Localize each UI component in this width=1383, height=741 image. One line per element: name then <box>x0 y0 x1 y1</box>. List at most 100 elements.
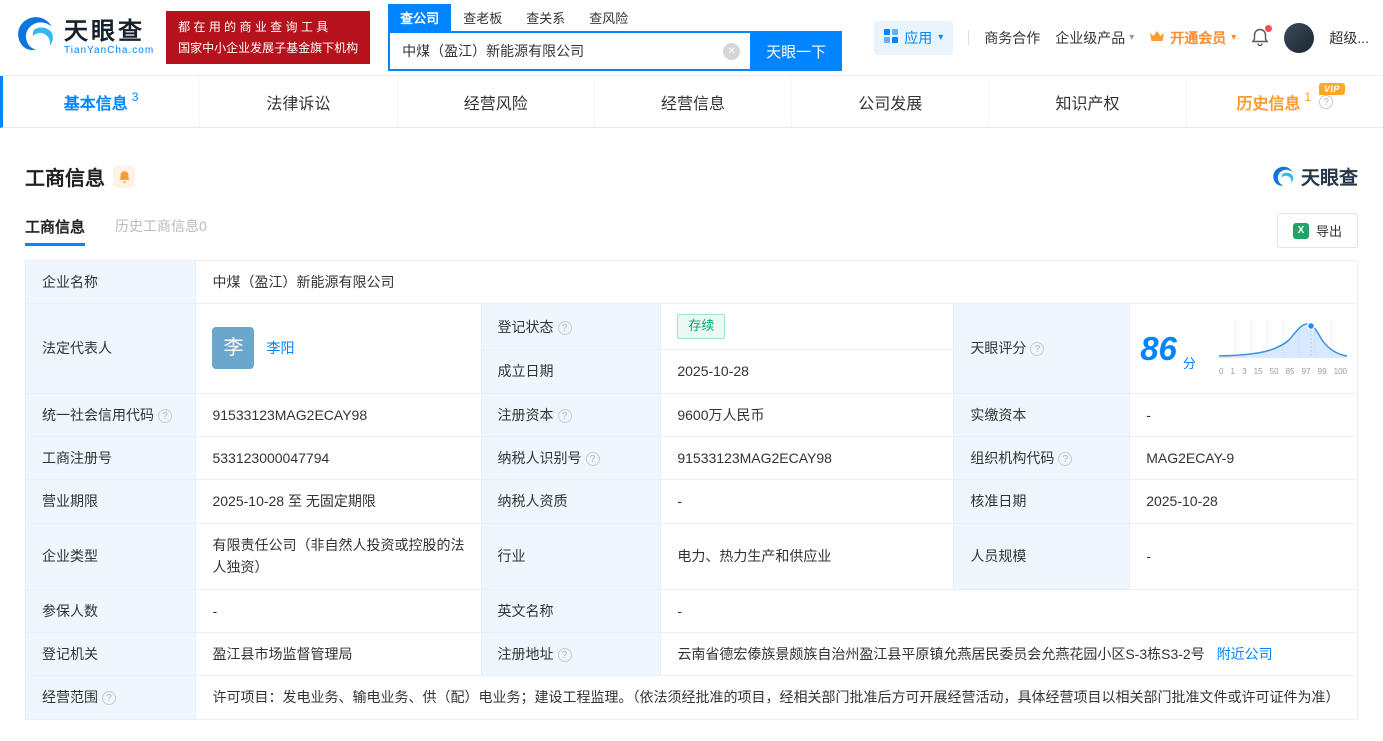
business-scope-help-icon[interactable]: ? <box>102 691 116 705</box>
company-name-label: 企业名称 <box>26 261 196 304</box>
vip-caret-icon: ▾ <box>1231 32 1236 43</box>
staff-size-label: 人员规模 <box>954 523 1130 589</box>
tab-history-info[interactable]: VIP 历史信息 1 ? <box>1187 76 1383 127</box>
export-button[interactable]: X 导出 <box>1277 213 1358 248</box>
excel-icon: X <box>1293 223 1309 239</box>
vip-badge: VIP <box>1319 83 1345 95</box>
business-term-label: 营业期限 <box>26 480 196 523</box>
taxpayer-id-value: 91533123MAG2ECAY98 <box>661 436 954 479</box>
reg-status-help-icon[interactable]: ? <box>558 321 572 335</box>
tab-operating-risk[interactable]: 经营风险 <box>398 76 595 127</box>
taxpayer-quality-label: 纳税人资质 <box>481 480 661 523</box>
nav-business-cooperation[interactable]: 商务合作 <box>984 28 1040 48</box>
table-row: 营业期限 2025-10-28 至 无固定期限 纳税人资质 - 核准日期 202… <box>26 480 1358 523</box>
credit-code-label-cell: 统一社会信用代码? <box>26 393 196 436</box>
tab-company-development[interactable]: 公司发展 <box>792 76 989 127</box>
score-help-icon[interactable]: ? <box>1030 342 1044 356</box>
taxpayer-quality-value: - <box>661 480 954 523</box>
legal-rep-name-link[interactable]: 李阳 <box>266 337 294 359</box>
taxpayer-id-help-icon[interactable]: ? <box>586 452 600 466</box>
reg-address-help-icon[interactable]: ? <box>558 648 572 662</box>
search-tab-boss[interactable]: 查老板 <box>451 4 514 31</box>
search-area: 查公司 查老板 查关系 查风险 ✕ 天眼一下 <box>388 4 842 71</box>
user-avatar[interactable] <box>1284 23 1314 53</box>
tab-legal-litigation[interactable]: 法律诉讼 <box>200 76 397 127</box>
watermark-text: 天眼查 <box>1301 163 1358 190</box>
table-row: 工商注册号 533123000047794 纳税人识别号? 91533123MA… <box>26 436 1358 479</box>
search-tab-company[interactable]: 查公司 <box>388 4 451 31</box>
reg-capital-help-icon[interactable]: ? <box>558 409 572 423</box>
nav-divider <box>968 30 969 45</box>
org-code-help-icon[interactable]: ? <box>1058 452 1072 466</box>
score-distribution-chart: 0131550859799100 <box>1219 318 1347 378</box>
apps-menu[interactable]: 应用 ▾ <box>874 21 953 55</box>
tab-operating-info[interactable]: 经营信息 <box>595 76 792 127</box>
table-row: 法定代表人 李 李阳 登记状态? 存续 天眼评分? <box>26 304 1358 350</box>
apps-grid-icon <box>884 29 898 46</box>
tab-basic-info[interactable]: 基本信息 3 <box>3 76 200 127</box>
reg-capital-label-cell: 注册资本? <box>481 393 661 436</box>
industry-label: 行业 <box>481 523 661 589</box>
establish-date-label: 成立日期 <box>481 350 661 393</box>
taxpayer-id-label: 纳税人识别号 <box>498 450 582 466</box>
tianyancha-logo-icon <box>14 14 56 61</box>
brand-name: 天眼查 <box>64 19 154 45</box>
reg-capital-label: 注册资本 <box>498 407 554 423</box>
approval-date-label: 核准日期 <box>954 480 1130 523</box>
tab-intellectual-property[interactable]: 知识产权 <box>989 76 1186 127</box>
enterprise-caret-icon: ▾ <box>1129 32 1134 43</box>
nav-enterprise-products[interactable]: 企业级产品 ▾ <box>1055 28 1134 48</box>
slogan-line2: 国家中小企业发展子基金旗下机构 <box>178 38 358 58</box>
search-tab-risk[interactable]: 查风险 <box>577 4 640 31</box>
notification-bell[interactable] <box>1251 28 1269 47</box>
subtab-business-info[interactable]: 工商信息 <box>25 216 85 246</box>
table-row: 参保人数 - 英文名称 - <box>26 589 1358 632</box>
enterprise-label: 企业级产品 <box>1055 28 1125 48</box>
slogan-line1: 都 在 用 的 商 业 查 询 工 具 <box>178 17 358 37</box>
section-title: 工商信息 <box>25 162 105 191</box>
paid-capital-label: 实缴资本 <box>954 393 1130 436</box>
reg-status-value: 存续 <box>661 304 954 350</box>
score-label: 天眼评分 <box>970 340 1026 356</box>
industry-value: 电力、热力生产和供应业 <box>661 523 954 589</box>
score-label-cell: 天眼评分? <box>954 304 1130 393</box>
main-content: 工商信息 天眼查 工商信息 历史工商信息0 X 导出 <box>0 162 1383 720</box>
company-type-value: 有限责任公司（非自然人投资或控股的法人独资） <box>196 523 481 589</box>
score-cell: 86 分 <box>1130 304 1358 393</box>
history-help-icon[interactable]: ? <box>1319 95 1333 109</box>
apps-label: 应用 <box>904 28 932 48</box>
credit-code-help-icon[interactable]: ? <box>158 409 172 423</box>
nearby-companies-link[interactable]: 附近公司 <box>1217 646 1273 662</box>
reg-address-label: 注册地址 <box>498 646 554 662</box>
reg-number-label: 工商注册号 <box>26 436 196 479</box>
slogan-banner: 都 在 用 的 商 业 查 询 工 具 国家中小企业发展子基金旗下机构 <box>166 11 370 64</box>
insured-count-label: 参保人数 <box>26 589 196 632</box>
tab-legal-litigation-label: 法律诉讼 <box>266 90 330 114</box>
search-tabs: 查公司 查老板 查关系 查风险 <box>388 4 842 31</box>
apps-caret-icon: ▾ <box>938 32 943 43</box>
credit-code-value: 91533123MAG2ECAY98 <box>196 393 481 436</box>
top-header: 天眼查 TianYanCha.com 都 在 用 的 商 业 查 询 工 具 国… <box>0 0 1383 76</box>
vip-label: 开通会员 <box>1170 28 1226 48</box>
tab-company-development-label: 公司发展 <box>858 90 922 114</box>
english-name-label: 英文名称 <box>481 589 661 632</box>
reg-authority-label: 登记机关 <box>26 632 196 675</box>
legal-rep-cell: 李 李阳 <box>196 304 481 393</box>
paid-capital-value: - <box>1130 393 1358 436</box>
search-button[interactable]: 天眼一下 <box>750 31 842 71</box>
subtab-history-business-info[interactable]: 历史工商信息0 <box>115 216 207 245</box>
nav-open-vip[interactable]: 开通会员 ▾ <box>1149 28 1236 48</box>
org-code-value: MAG2ECAY-9 <box>1130 436 1358 479</box>
user-name[interactable]: 超级... <box>1329 28 1369 48</box>
org-code-label-cell: 组织机构代码? <box>954 436 1130 479</box>
approval-date-value: 2025-10-28 <box>1130 480 1358 523</box>
search-input[interactable] <box>388 31 750 71</box>
subscribe-bell-icon[interactable] <box>113 166 135 188</box>
company-type-label: 企业类型 <box>26 523 196 589</box>
tianyancha-logo[interactable]: 天眼查 TianYanCha.com <box>14 14 154 61</box>
legal-rep-avatar[interactable]: 李 <box>212 327 254 369</box>
search-tab-relation[interactable]: 查关系 <box>514 4 577 31</box>
tab-history-info-label: 历史信息 <box>1236 90 1300 114</box>
insured-count-value: - <box>196 589 481 632</box>
reg-status-label: 登记状态 <box>498 319 554 335</box>
